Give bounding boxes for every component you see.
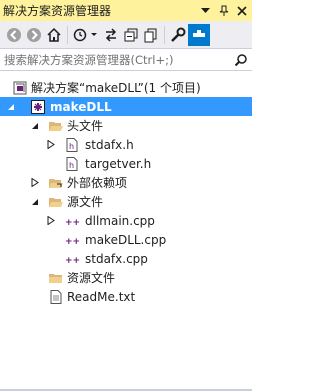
search-icon[interactable] xyxy=(230,53,252,67)
tree-item-project-label: makeDLL xyxy=(50,99,112,114)
close-icon[interactable] xyxy=(233,2,250,19)
sync-icon[interactable] xyxy=(101,24,121,46)
show-all-files-icon[interactable] xyxy=(141,24,161,46)
tree-item-project[interactable]: makeDLL xyxy=(0,97,252,116)
panel-title: 解决方案资源管理器 xyxy=(3,4,112,18)
preview-icon[interactable] xyxy=(188,23,210,46)
tree-item-file-label: ReadMe.txt xyxy=(67,289,136,304)
toolbar-separator xyxy=(164,25,165,44)
expanded-arrow-icon[interactable] xyxy=(30,121,40,131)
tree-item-file-label: dllmain.cpp xyxy=(85,213,155,228)
tree-item-source-folder[interactable]: 源文件 xyxy=(0,192,252,211)
search-bar[interactable]: 搜索解决方案资源管理器(Ctrl+;) xyxy=(0,49,252,71)
expanded-arrow-icon[interactable] xyxy=(6,102,16,112)
tree-item-file[interactable]: ++ makeDLL.cpp xyxy=(0,230,252,249)
tree-item-file[interactable]: ReadMe.txt xyxy=(0,287,252,306)
tree-item-source-folder-label: 源文件 xyxy=(67,195,104,209)
folder-icon xyxy=(48,270,64,286)
collapse-all-icon[interactable] xyxy=(121,24,141,46)
tree-item-file-label: stdafx.h xyxy=(85,137,134,152)
external-deps-folder-icon xyxy=(48,175,64,191)
tree-item-file[interactable]: h targetver.h xyxy=(0,154,252,173)
forward-icon[interactable] xyxy=(24,24,44,46)
panel-title-bar[interactable]: 解决方案资源管理器 xyxy=(0,0,252,21)
svg-text:h: h xyxy=(69,161,74,170)
tree-item-solution-label: 解决方案“makeDLL”(1 个项目) xyxy=(31,81,201,95)
tree-item-resource-folder[interactable]: 资源文件 xyxy=(0,268,252,287)
pin-icon[interactable] xyxy=(215,2,232,19)
tree-item-solution[interactable]: 解决方案“makeDLL”(1 个项目) xyxy=(0,78,252,97)
tree-item-file[interactable]: h stdafx.h xyxy=(0,135,252,154)
collapsed-arrow-icon[interactable] xyxy=(46,140,56,150)
folder-open-icon xyxy=(48,194,64,210)
tree-item-resource-folder-label: 资源文件 xyxy=(67,271,116,285)
svg-text:h: h xyxy=(69,142,74,151)
toolbar xyxy=(0,21,252,49)
svg-text:++: ++ xyxy=(65,256,80,266)
tree-item-file-label: makeDLL.cpp xyxy=(85,232,167,247)
expanded-arrow-icon[interactable] xyxy=(30,197,40,207)
history-icon[interactable] xyxy=(71,24,101,46)
tree-item-header-folder[interactable]: 头文件 xyxy=(0,116,252,135)
dropdown-arrow-icon[interactable] xyxy=(197,2,214,19)
toolbar-separator xyxy=(67,25,68,44)
solution-icon xyxy=(12,80,28,96)
tree-item-file-label: stdafx.cpp xyxy=(85,251,148,266)
tree-item-file-label: targetver.h xyxy=(85,156,152,171)
tree-item-external-deps-label: 外部依赖项 xyxy=(67,176,128,190)
svg-text:++: ++ xyxy=(65,237,80,247)
back-icon[interactable] xyxy=(4,24,24,46)
header-file-icon: h xyxy=(64,137,80,153)
home-icon[interactable] xyxy=(44,24,64,46)
tree-item-file[interactable]: ++ dllmain.cpp xyxy=(0,211,252,230)
cpp-file-icon: ++ xyxy=(64,251,80,267)
svg-text:++: ++ xyxy=(65,218,80,228)
collapsed-arrow-icon[interactable] xyxy=(30,178,40,188)
tree-item-header-folder-label: 头文件 xyxy=(67,119,104,133)
folder-open-icon xyxy=(48,118,64,134)
text-file-icon xyxy=(48,289,64,305)
header-file-icon: h xyxy=(64,156,80,172)
project-icon xyxy=(30,99,46,115)
properties-icon[interactable] xyxy=(168,24,188,46)
cpp-file-icon: ++ xyxy=(64,232,80,248)
collapsed-arrow-icon[interactable] xyxy=(46,216,56,226)
tree-item-file[interactable]: ++ stdafx.cpp xyxy=(0,249,252,268)
tree-item-external-deps[interactable]: 外部依赖项 xyxy=(0,173,252,192)
cpp-file-icon: ++ xyxy=(64,213,80,229)
search-input[interactable]: 搜索解决方案资源管理器(Ctrl+;) xyxy=(0,52,230,68)
